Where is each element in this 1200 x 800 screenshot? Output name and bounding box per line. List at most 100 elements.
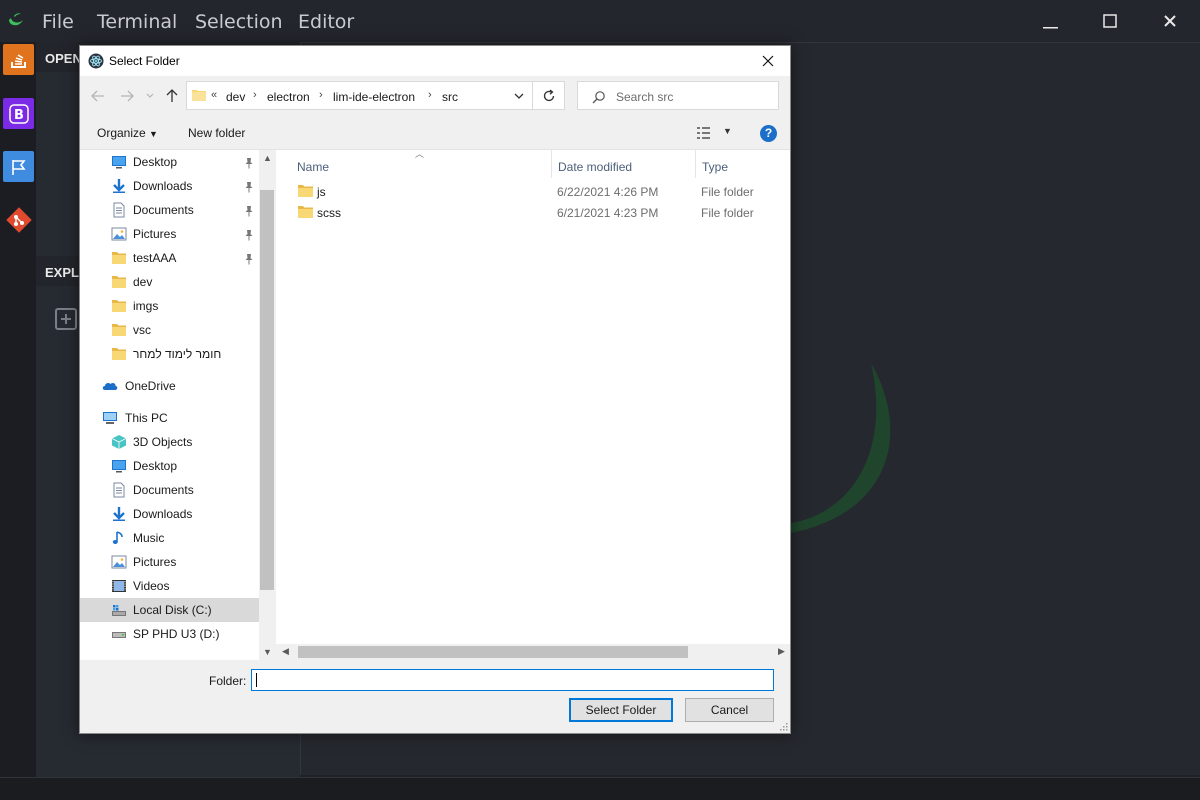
nav-scroll-thumb[interactable] (260, 190, 274, 590)
view-options-icon[interactable] (697, 126, 715, 140)
folder-icon (111, 298, 127, 314)
cancel-button[interactable]: Cancel (685, 698, 774, 722)
breadcrumb-src[interactable]: src (442, 90, 458, 104)
stackoverflow-icon[interactable] (3, 44, 34, 75)
breadcrumb-separator[interactable]: › (319, 89, 323, 101)
status-bar (0, 777, 1200, 800)
column-date-modified[interactable]: Date modified (558, 160, 632, 174)
nav-item[interactable]: Local Disk (C:) (80, 598, 259, 622)
resize-grip-icon[interactable] (778, 721, 788, 731)
scroll-right-icon[interactable]: ▶ (778, 646, 785, 657)
column-name[interactable]: Name (297, 160, 329, 174)
watermark-logo-icon (791, 363, 891, 533)
folder-input[interactable] (251, 669, 774, 691)
3d-objects-icon (111, 434, 127, 450)
folder-icon (298, 206, 313, 218)
menu-file[interactable]: File (42, 11, 74, 33)
nav-item[interactable]: Music (80, 526, 259, 550)
arrow-right-icon (121, 90, 134, 102)
new-file-icon[interactable] (54, 306, 82, 334)
back-button[interactable] (89, 87, 107, 105)
file-date: 6/22/2021 4:26 PM (557, 185, 659, 199)
chevron-down-icon[interactable] (512, 89, 526, 103)
nav-item[interactable]: vsc (80, 318, 259, 342)
music-icon (111, 530, 127, 546)
breadcrumb-lim-ide-electron[interactable]: lim-ide-electron (333, 90, 415, 104)
breadcrumb-electron[interactable]: electron (267, 90, 310, 104)
search-box[interactable]: Search src (577, 81, 779, 110)
minimize-button[interactable] (1035, 8, 1065, 34)
search-icon (592, 91, 605, 104)
nav-item[interactable]: Documents (80, 198, 259, 222)
chevron-down-icon (146, 93, 154, 98)
folder-icon (111, 322, 127, 338)
nav-item[interactable]: חומר לימוד למחר (80, 342, 259, 366)
help-icon[interactable]: ? (760, 125, 777, 142)
nav-item[interactable]: testAAA (80, 246, 259, 270)
nav-item[interactable]: dev (80, 270, 259, 294)
pictures-icon (111, 554, 127, 570)
nav-item-label: This PC (125, 411, 168, 425)
nav-item[interactable]: This PC (80, 406, 259, 430)
dialog-title: Select Folder (109, 54, 180, 68)
pin-icon (244, 180, 254, 193)
scroll-up-icon[interactable]: ▲ (263, 153, 272, 163)
nav-item-label: Desktop (133, 155, 178, 169)
nav-item-label: Documents (133, 483, 194, 497)
breadcrumb-separator[interactable]: › (253, 89, 257, 101)
nav-item-label: Documents (133, 203, 194, 217)
up-button[interactable] (163, 87, 181, 105)
file-hscrollbar[interactable]: ◀ ▶ (276, 644, 790, 660)
nav-item[interactable]: 3D Objects (80, 430, 259, 454)
breadcrumb-dev[interactable]: dev (226, 90, 245, 104)
flag-icon[interactable] (3, 151, 34, 182)
pin-icon (244, 228, 254, 241)
file-hscroll-thumb[interactable] (298, 646, 688, 658)
recent-locations-button[interactable] (144, 87, 156, 105)
dialog-close-button[interactable] (746, 46, 790, 76)
git-icon[interactable] (3, 204, 34, 235)
maximize-button[interactable] (1095, 8, 1125, 34)
menu-selection[interactable]: Selection (195, 11, 283, 33)
close-icon (1164, 15, 1176, 27)
nav-item[interactable]: Pictures (80, 550, 259, 574)
scroll-down-icon[interactable]: ▼ (263, 647, 272, 657)
nav-item[interactable]: Downloads (80, 174, 259, 198)
folder-icon (111, 346, 127, 362)
view-dropdown-icon[interactable]: ▼ (723, 126, 732, 136)
file-row-js[interactable]: js 6/22/2021 4:26 PM File folder (292, 181, 782, 202)
menu-editor[interactable]: Editor (298, 11, 354, 33)
caret-down-icon: ▼ (149, 129, 158, 139)
breadcrumb-overflow[interactable]: « (211, 89, 217, 101)
arrow-left-icon (91, 90, 104, 102)
breadcrumb-separator[interactable]: › (428, 89, 432, 101)
nav-item[interactable]: Downloads (80, 502, 259, 526)
nav-item[interactable]: Pictures (80, 222, 259, 246)
nav-item[interactable]: Desktop (80, 454, 259, 478)
nav-item[interactable]: imgs (80, 294, 259, 318)
close-window-button[interactable] (1155, 8, 1185, 34)
open-editors-header[interactable]: OPEN (45, 51, 82, 66)
menu-terminal[interactable]: Terminal (97, 11, 177, 33)
scroll-left-icon[interactable]: ◀ (282, 646, 289, 657)
nav-item[interactable]: Documents (80, 478, 259, 502)
new-folder-button[interactable]: New folder (188, 126, 245, 140)
nav-item[interactable]: Desktop (80, 150, 259, 174)
address-bar[interactable]: « dev › electron › lim-ide-electron › sr… (186, 81, 533, 110)
forward-button[interactable] (118, 87, 136, 105)
close-icon (762, 55, 774, 67)
nav-item[interactable]: OneDrive (80, 374, 259, 398)
text-caret (256, 673, 257, 687)
nav-item-label: Downloads (133, 179, 193, 193)
select-folder-button[interactable]: Select Folder (569, 698, 673, 722)
drive-icon (111, 602, 127, 618)
organize-button[interactable]: Organize ▼ (97, 126, 158, 140)
search-placeholder: Search src (616, 90, 674, 104)
bootstrap-icon[interactable]: B (3, 98, 34, 129)
explorer-header[interactable]: EXPL (45, 265, 79, 280)
column-type[interactable]: Type (702, 160, 728, 174)
refresh-button[interactable] (533, 81, 565, 110)
nav-item[interactable]: SP PHD U3 (D:) (80, 622, 259, 646)
file-row-scss[interactable]: scss 6/21/2021 4:23 PM File folder (292, 202, 782, 223)
nav-item[interactable]: Videos (80, 574, 259, 598)
